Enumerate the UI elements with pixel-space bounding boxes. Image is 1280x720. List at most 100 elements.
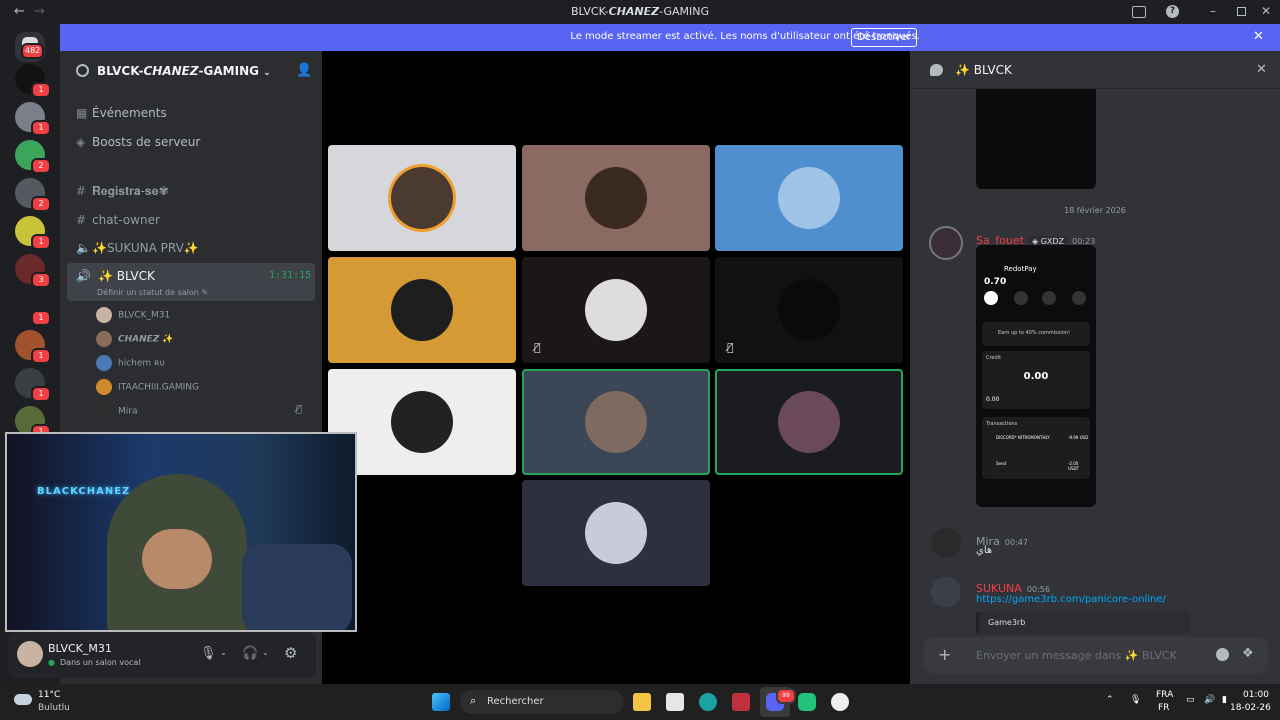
chevron-up-icon[interactable]: ⌃ (1106, 695, 1114, 705)
screenshot-app: RedotPay (1004, 265, 1037, 273)
pillow (242, 544, 352, 630)
avatar[interactable] (17, 641, 43, 667)
card-icon (1042, 291, 1056, 305)
file-explorer-icon[interactable] (633, 693, 651, 711)
participant-tile[interactable]: 🎙̸ (715, 257, 903, 363)
network-icon[interactable]: ▭ (1186, 695, 1195, 705)
user-panel: BLVCK_M31 ● Dans un salon vocal 🎙 ⌄ 🎧 ⌄ … (8, 632, 316, 678)
user-name[interactable]: BLVCK_M31 (48, 642, 112, 655)
credit-card: Credit 0.00 0.00 (982, 351, 1090, 409)
mic-off-icon: 🎙̸ (534, 341, 541, 354)
maximize-icon[interactable] (1237, 7, 1246, 16)
voice-user[interactable]: ITAACHIII.GAMING (96, 379, 199, 395)
chat-bubble-icon (930, 64, 943, 76)
participant-tile[interactable] (522, 480, 710, 586)
voice-user[interactable]: BLVCK_M31 (96, 307, 170, 323)
language-bottom: FR (1158, 703, 1170, 713)
deactivate-button[interactable]: Désactiver (851, 28, 917, 47)
store-icon[interactable] (666, 693, 684, 711)
message-text: هاي (976, 545, 993, 556)
calendar-icon: ▦ (76, 106, 88, 120)
server-badge: 1 (31, 234, 51, 250)
window-close-icon[interactable]: ✕ (1261, 4, 1271, 18)
voice-user[interactable]: 𝘾𝙃𝘼𝙉𝙀𝙕 ✨ (96, 331, 173, 347)
participant-tile[interactable] (522, 369, 710, 475)
participant-tile[interactable] (715, 369, 903, 475)
chevron-down-icon[interactable]: ⌄ (262, 648, 269, 657)
headset-icon[interactable]: 🎧 (242, 646, 258, 661)
voice-user[interactable]: Mira (96, 403, 137, 419)
mic-icon[interactable]: 🎙 (200, 646, 217, 661)
voice-status-icon: ● (48, 658, 55, 667)
channel-sukuna-prv[interactable]: 🔈✨SUKUNA PRV✨ (76, 241, 199, 255)
participant-tile[interactable] (328, 145, 516, 251)
streamer-mode-banner: Le mode streamer est activé. Les noms d'… (60, 24, 1280, 51)
clock-time[interactable]: 01:00 (1243, 690, 1269, 700)
avatar[interactable] (931, 528, 961, 558)
battery-icon[interactable]: ▮ (1222, 695, 1227, 705)
chevron-down-icon[interactable]: ⌄ (220, 648, 227, 657)
server-name[interactable]: BLVCK-𝘾𝙃𝘼𝙉𝙀𝙕-GAMING ⌄ (97, 64, 271, 78)
minimize-icon[interactable]: – (1210, 4, 1216, 18)
mic-icon[interactable]: 🎙 (1130, 695, 1141, 705)
obs-icon[interactable] (831, 693, 849, 711)
window-title: BLVCK-𝘾𝙃𝘼𝙉𝙀𝙕-GAMING (570, 5, 710, 18)
attachment-screenshot[interactable]: RedotPay 0.70 Earn up to 40% commission!… (976, 245, 1096, 507)
weather-temp[interactable]: 11°C (38, 690, 60, 700)
chat-close-icon[interactable]: ✕ (1256, 62, 1267, 77)
plus-icon[interactable]: + (938, 645, 951, 664)
edge-icon[interactable] (699, 693, 717, 711)
apps-icon[interactable]: ❖ (1242, 646, 1254, 661)
home-badge: 482 (21, 43, 45, 59)
message-input[interactable]: + Envoyer un message dans ✨ BLVCK ❖ (924, 637, 1268, 673)
chat-header-title: ✨ BLVCK (955, 63, 1012, 77)
avatar (391, 391, 453, 453)
channel-registra[interactable]: # 𝐑𝐞𝐠𝐢𝐬𝐭𝐫𝐚-𝐬𝐞✾ (76, 184, 169, 199)
earn-icon (1014, 291, 1028, 305)
language-top[interactable]: FRA (1156, 690, 1173, 700)
sidebar-item-events[interactable]: ▦ Événements (76, 106, 167, 120)
avatar (585, 279, 647, 341)
avatar[interactable] (931, 577, 961, 607)
sidebar-item-boosts[interactable]: ◈ Boosts de serveur (76, 135, 200, 149)
server-badge: 2 (31, 158, 51, 174)
server-badge: 1 (31, 386, 51, 402)
avatar (391, 279, 453, 341)
chevron-down-icon: ⌄ (263, 68, 271, 78)
neon-sign: BLACKCHANEZ (37, 486, 131, 497)
participant-tile[interactable]: 🎙̸ (522, 257, 710, 363)
message-link[interactable]: https://game3rb.com/panicore-online/ (976, 594, 1166, 605)
chat-header: ✨ BLVCK ✕ (910, 51, 1280, 89)
volume-icon[interactable]: 🔊 (1204, 695, 1215, 705)
server-boost-icon (76, 64, 89, 77)
avatar (778, 391, 840, 453)
webcam-overlay: BLACKCHANEZ (5, 432, 357, 632)
search-icon: ⌕ (470, 694, 477, 707)
emoji-icon[interactable] (1216, 648, 1229, 661)
help-icon[interactable]: ? (1166, 5, 1179, 18)
speaker-icon: 🔈 (76, 241, 91, 255)
participant-tile[interactable] (715, 145, 903, 251)
participant-tile[interactable] (328, 257, 516, 363)
gaming-app-icon[interactable] (798, 693, 816, 711)
add-member-icon[interactable]: 👤 (296, 63, 312, 78)
app-icon[interactable] (732, 693, 750, 711)
link-embed[interactable]: Game3rb (976, 612, 1190, 634)
inbox-icon[interactable] (1132, 6, 1146, 18)
channel-chat-owner[interactable]: # chat-owner (76, 213, 160, 227)
message-placeholder: Envoyer un message dans ✨ BLVCK (976, 649, 1177, 662)
banner-close-icon[interactable]: ✕ (1253, 29, 1264, 44)
gear-icon[interactable]: ⚙ (284, 644, 297, 662)
windows-start-icon[interactable] (432, 693, 450, 711)
active-voice-channel[interactable]: 🔊 ✨ BLVCK 1:31:15 Définir un statut de s… (67, 263, 315, 301)
voice-user[interactable]: hichem ʀᴜ (96, 355, 165, 371)
taskbar-search[interactable]: ⌕ Rechercher (460, 690, 624, 714)
avatar[interactable] (929, 226, 963, 260)
hashtag-icon: # (76, 213, 87, 227)
set-channel-status[interactable]: Définir un statut de salon ✎ (97, 288, 208, 297)
attachment-image[interactable] (976, 89, 1096, 189)
user-status: Dans un salon vocal (60, 658, 141, 667)
participant-tile[interactable] (522, 145, 710, 251)
server-badge: 2 (31, 196, 51, 212)
server-badge: 1 (31, 82, 51, 98)
